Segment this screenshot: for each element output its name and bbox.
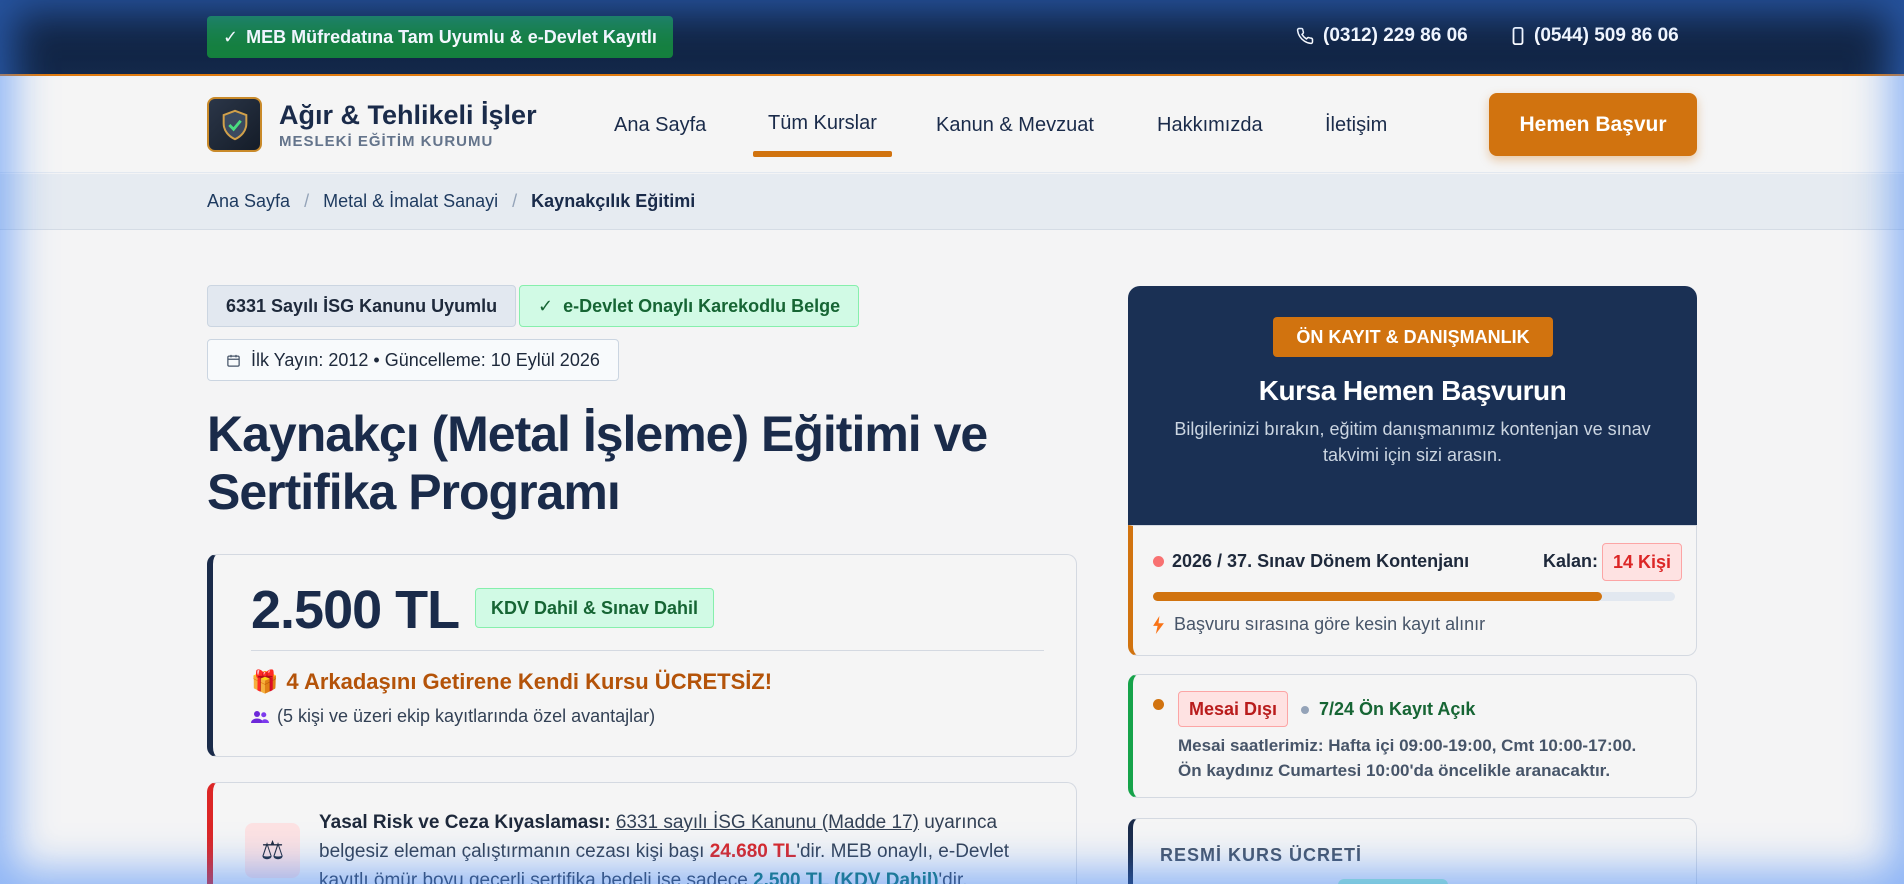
nav-home[interactable]: Ana Sayfa <box>614 114 706 137</box>
breadcrumb-category[interactable]: Metal & İmalat Sanayi <box>323 191 498 212</box>
breadcrumb-separator: / <box>512 191 518 211</box>
price-card: 2.500 TL KDV Dahil & Sınav Dahil 🎁 4 Ark… <box>207 554 1077 757</box>
pre-registration-chip: ÖN KAYIT & DANIŞMANLIK <box>1273 317 1553 357</box>
date-tag: İlk Yayın: 2012 • Güncelleme: 10 Eylül 2… <box>207 339 619 381</box>
law-reference-link[interactable]: 6331 sayılı İSG Kanunu (Madde 17) <box>616 812 919 833</box>
quota-label-text: 2026 / 37. Sınav Dönem Kontenjanı <box>1172 551 1470 571</box>
calendar-icon <box>227 354 240 367</box>
divider <box>251 650 1044 651</box>
phone-number-landline: (0312) 229 86 06 <box>1323 25 1468 46</box>
live-dot-icon <box>1153 556 1164 567</box>
quota-label: 2026 / 37. Sınav Dönem Kontenjanı <box>1153 551 1469 572</box>
legal-risk-card: ⚖ Yasal Risk ve Ceza Kıyaslaması: 6331 s… <box>207 782 1077 884</box>
accreditation-badge: ✓ MEB Müfredatına Tam Uyumlu & e-Devlet … <box>207 16 673 58</box>
law-tag: 6331 Sayılı İSG Kanunu Uyumlu <box>207 285 517 327</box>
breadcrumb-current: Kaynakçılık Eğitimi <box>531 191 696 211</box>
nav-contact[interactable]: İletişim <box>1325 114 1387 137</box>
users-icon <box>251 710 269 723</box>
legal-risk-text: Yasal Risk ve Ceza Kıyaslaması: 6331 say… <box>319 808 1059 884</box>
separator-dot-icon <box>1301 705 1309 714</box>
date-tag-text: İlk Yayın: 2012 • Güncelleme: 10 Eylül 2… <box>251 349 600 370</box>
official-fee-heading: RESMİ KURS ÜCRETİ <box>1160 845 1363 865</box>
nav-about[interactable]: Hakkımızda <box>1157 114 1263 137</box>
scales-icon: ⚖ <box>245 823 300 878</box>
office-hours-line-1: Mesai saatlerimiz: Hafta içi 09:00-19:00… <box>1178 736 1637 755</box>
breadcrumb: Ana Sayfa / Metal & İmalat Sanayi / Kayn… <box>0 174 1904 230</box>
mobile-icon <box>1512 27 1524 45</box>
breadcrumb-separator: / <box>304 191 310 211</box>
main-nav: Ağır & Tehlikeli İşler MESLEKİ EĞİTİM KU… <box>0 78 1904 173</box>
quota-note-text: Başvuru sırasına göre kesin kayıt alınır <box>1174 614 1486 634</box>
closed-badge: Mesai Dışı <box>1178 691 1289 727</box>
brand-subtitle: MESLEKİ EĞİTİM KURUMU <box>279 133 494 150</box>
nav-all-courses[interactable]: Tüm Kurslar <box>753 112 892 157</box>
risk-text-3: 'dir. <box>938 870 968 884</box>
official-fee-card: RESMİ KURS ÜCRETİ <box>1128 818 1697 884</box>
accreditation-text: MEB Müfredatına Tam Uyumlu & e-Devlet Ka… <box>246 26 657 47</box>
gift-icon: 🎁 <box>251 669 279 694</box>
certificate-fee: 2.500 TL (KDV Dahil) <box>753 870 939 884</box>
risk-lead: Yasal Risk ve Ceza Kıyaslaması: <box>319 812 611 833</box>
office-hours-line-2: Ön kaydınız Cumartesi 10:00'da öncelikle… <box>1178 761 1611 780</box>
team-discount-text: (5 kişi ve üzeri ekip kayıtlarında özel … <box>277 706 656 726</box>
page-title: Kaynakçı (Metal İşleme) Eğitimi ve Serti… <box>207 406 988 520</box>
bolt-icon <box>1153 615 1164 634</box>
remaining-count: 14 Kişi <box>1602 543 1683 581</box>
top-bar: ✓ MEB Müfredatına Tam Uyumlu & e-Devlet … <box>0 0 1904 76</box>
always-open-label: 7/24 Ön Kayıt Açık <box>1301 699 1475 720</box>
status-dot-icon <box>1153 699 1164 710</box>
team-discount: (5 kişi ve üzeri ekip kayıtlarında özel … <box>251 706 655 727</box>
official-fee-badge <box>1338 879 1448 884</box>
apply-panel: ÖN KAYIT & DANIŞMANLIK Kursa Hemen Başvu… <box>1128 286 1697 526</box>
apply-now-button[interactable]: Hemen Başvur <box>1489 93 1697 156</box>
check-icon: ✓ <box>538 295 554 316</box>
phone-link-landline[interactable]: (0312) 229 86 06 <box>1296 25 1468 47</box>
apply-title: Kursa Hemen Başvurun <box>1258 375 1567 406</box>
quota-progress-fill <box>1153 592 1602 601</box>
phone-icon <box>1296 27 1314 45</box>
nav-law[interactable]: Kanun & Mevzuat <box>936 114 1094 137</box>
penalty-amount: 24.680 TL <box>709 841 797 862</box>
breadcrumb-home[interactable]: Ana Sayfa <box>207 191 290 212</box>
quota-progress <box>1153 592 1675 601</box>
quota-note: Başvuru sırasına göre kesin kayıt alınır <box>1153 614 1485 635</box>
law-tag-text: 6331 Sayılı İSG Kanunu Uyumlu <box>226 295 498 316</box>
referral-promo: 🎁 4 Arkadaşını Getirene Kendi Kursu ÜCRE… <box>251 669 772 695</box>
apply-description: Bilgilerinizi bırakın, eğitim danışmanım… <box>1174 419 1651 465</box>
office-hours-card: Mesai Dışı 7/24 Ön Kayıt Açık Mesai saat… <box>1128 674 1697 798</box>
quota-card: 2026 / 37. Sınav Dönem Kontenjanı Kalan:… <box>1128 525 1697 656</box>
phone-link-mobile[interactable]: (0544) 509 86 06 <box>1511 25 1679 47</box>
shield-icon <box>222 109 247 140</box>
edevlet-tag-text: e-Devlet Onaylı Karekodlu Belge <box>563 295 841 316</box>
edevlet-tag: ✓ e-Devlet Onaylı Karekodlu Belge <box>519 285 860 327</box>
office-hours-text: Mesai saatlerimiz: Hafta içi 09:00-19:00… <box>1178 733 1636 783</box>
always-open-text: 7/24 Ön Kayıt Açık <box>1319 699 1476 719</box>
brand-title[interactable]: Ağır & Tehlikeli İşler <box>279 100 537 131</box>
phone-number-mobile: (0544) 509 86 06 <box>1534 25 1679 46</box>
check-icon: ✓ <box>223 26 239 47</box>
referral-promo-text: 4 Arkadaşını Getirene Kendi Kursu ÜCRETS… <box>286 669 773 694</box>
price-inclusion-badge: KDV Dahil & Sınav Dahil <box>475 588 715 628</box>
logo[interactable] <box>207 97 262 152</box>
course-price: 2.500 TL <box>251 580 460 640</box>
remaining-label: Kalan: <box>1543 551 1599 571</box>
